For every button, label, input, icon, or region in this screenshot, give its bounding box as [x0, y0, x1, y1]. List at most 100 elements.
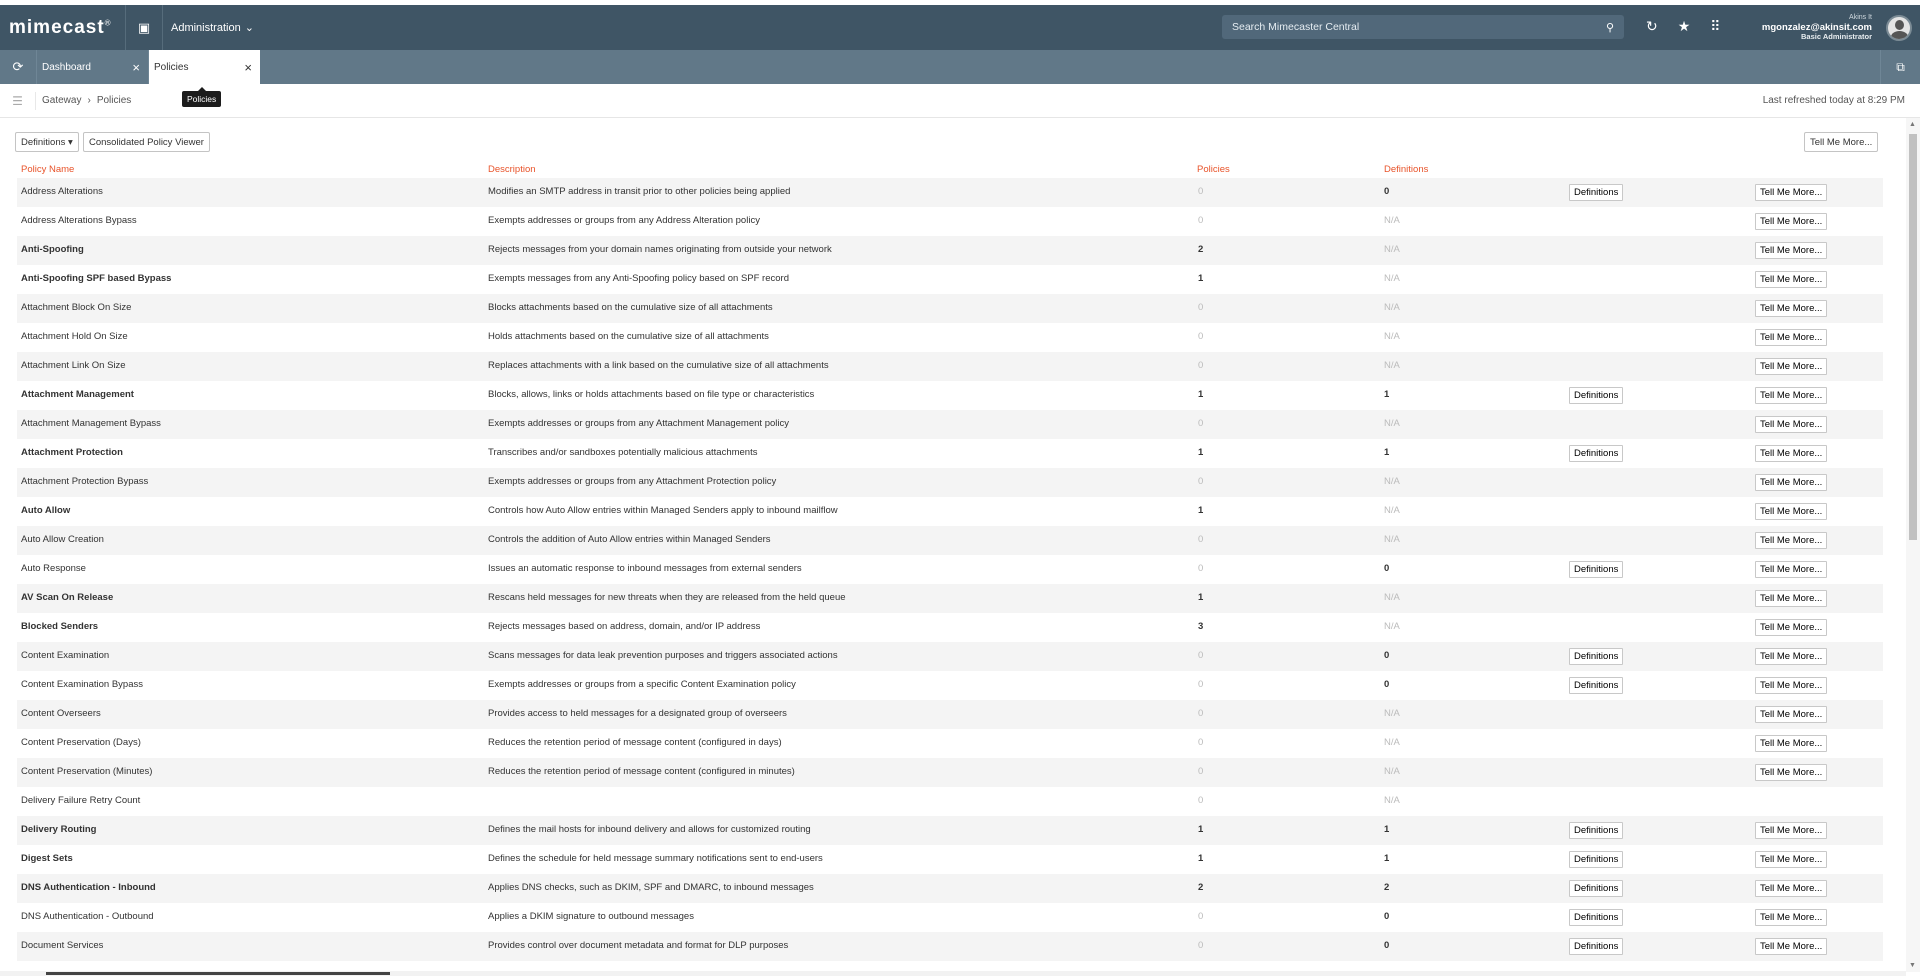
- policy-name[interactable]: Digest Sets: [21, 853, 73, 864]
- table-row[interactable]: Digest Sets Defines the schedule for held…: [17, 845, 1883, 874]
- menu-icon[interactable]: ☰: [0, 91, 36, 110]
- table-row[interactable]: Anti-Spoofing Rejects messages from your …: [17, 236, 1883, 265]
- policy-name[interactable]: Address Alterations: [21, 186, 103, 197]
- tell-me-more-button[interactable]: Tell Me More...: [1755, 561, 1828, 578]
- policy-name[interactable]: Document Services: [21, 940, 103, 951]
- user-info[interactable]: Akins It mgonzalez@akinsit.com Basic Adm…: [1762, 13, 1872, 42]
- table-row[interactable]: AV Scan On Release Rescans held messages …: [17, 584, 1883, 613]
- scroll-down-icon[interactable]: ▼: [1909, 962, 1916, 969]
- column-header-policies[interactable]: Policies: [1197, 164, 1230, 175]
- app-switcher-icon[interactable]: ▣: [130, 20, 158, 36]
- table-row[interactable]: Content Preservation (Minutes) Reduces th…: [17, 758, 1883, 787]
- policy-name[interactable]: Content Examination Bypass: [21, 679, 143, 690]
- policy-name[interactable]: DNS Authentication - Outbound: [21, 911, 154, 922]
- definitions-dropdown-button[interactable]: Definitions ▾: [15, 132, 79, 152]
- policy-name[interactable]: DNS Authentication - Inbound: [21, 882, 156, 893]
- popout-icon[interactable]: ⧉: [1880, 50, 1920, 84]
- policy-name[interactable]: Blocked Senders: [21, 621, 98, 632]
- search-box[interactable]: ⚲: [1222, 15, 1624, 39]
- table-row[interactable]: Anti-Spoofing SPF based Bypass Exempts me…: [17, 265, 1883, 294]
- table-row[interactable]: Delivery Routing Defines the mail hosts f…: [17, 816, 1883, 845]
- table-row[interactable]: Document Services Provides control over d…: [17, 932, 1883, 961]
- table-row[interactable]: Attachment Block On Size Blocks attachmen…: [17, 294, 1883, 323]
- horizontal-scrollbar[interactable]: [0, 971, 1906, 976]
- definitions-button[interactable]: Definitions: [1569, 445, 1624, 462]
- tell-me-more-button[interactable]: Tell Me More...: [1755, 532, 1828, 549]
- definitions-button[interactable]: Definitions: [1569, 909, 1624, 926]
- definitions-button[interactable]: Definitions: [1569, 648, 1624, 665]
- table-row[interactable]: Attachment Management Bypass Exempts addr…: [17, 410, 1883, 439]
- tell-me-more-button[interactable]: Tell Me More...: [1755, 271, 1828, 288]
- scrollbar-thumb[interactable]: [46, 972, 390, 975]
- avatar[interactable]: [1886, 15, 1912, 41]
- policy-name[interactable]: Address Alterations Bypass: [21, 215, 137, 226]
- policy-name[interactable]: Content Overseers: [21, 708, 101, 719]
- table-row[interactable]: Attachment Protection Transcribes and/or …: [17, 439, 1883, 468]
- tell-me-more-button[interactable]: Tell Me More...: [1755, 590, 1828, 607]
- tell-me-more-button[interactable]: Tell Me More...: [1755, 648, 1828, 665]
- tell-me-more-button[interactable]: Tell Me More...: [1755, 184, 1828, 201]
- table-row[interactable]: Attachment Hold On Size Holds attachments…: [17, 323, 1883, 352]
- policy-name[interactable]: Anti-Spoofing: [21, 244, 84, 255]
- definitions-button[interactable]: Definitions: [1569, 938, 1624, 955]
- table-row[interactable]: Auto Allow Controls how Auto Allow entrie…: [17, 497, 1883, 526]
- tell-me-more-button[interactable]: Tell Me More...: [1755, 909, 1828, 926]
- close-icon[interactable]: ×: [244, 60, 252, 75]
- tell-me-more-button[interactable]: Tell Me More...: [1755, 445, 1828, 462]
- vertical-scrollbar[interactable]: ▲ ▼: [1906, 118, 1920, 972]
- policy-name[interactable]: Content Examination: [21, 650, 109, 661]
- table-row[interactable]: DNS Authentication - Outbound Applies a D…: [17, 903, 1883, 932]
- column-header-policy-name[interactable]: Policy Name: [21, 164, 74, 175]
- table-row[interactable]: Attachment Management Blocks, allows, lin…: [17, 381, 1883, 410]
- table-row[interactable]: Address Alterations Bypass Exempts addres…: [17, 207, 1883, 236]
- definitions-button[interactable]: Definitions: [1569, 387, 1624, 404]
- policy-name[interactable]: Attachment Block On Size: [21, 302, 131, 313]
- tab-dashboard[interactable]: Dashboard ×: [36, 50, 148, 84]
- table-row[interactable]: Content Preservation (Days) Reduces the r…: [17, 729, 1883, 758]
- tell-me-more-button[interactable]: Tell Me More...: [1804, 132, 1879, 152]
- definitions-button[interactable]: Definitions: [1569, 851, 1624, 868]
- definitions-button[interactable]: Definitions: [1569, 822, 1624, 839]
- scroll-up-icon[interactable]: ▲: [1909, 121, 1916, 128]
- column-header-definitions[interactable]: Definitions: [1384, 164, 1428, 175]
- tell-me-more-button[interactable]: Tell Me More...: [1755, 503, 1828, 520]
- tab-policies[interactable]: Policies ×: [148, 50, 260, 84]
- table-row[interactable]: Attachment Link On Size Replaces attachme…: [17, 352, 1883, 381]
- tell-me-more-button[interactable]: Tell Me More...: [1755, 938, 1828, 955]
- close-icon[interactable]: ×: [132, 60, 140, 75]
- star-icon[interactable]: ★: [1678, 18, 1691, 35]
- table-row[interactable]: Auto Allow Creation Controls the addition…: [17, 526, 1883, 555]
- column-header-description[interactable]: Description: [488, 164, 536, 175]
- consolidated-policy-viewer-button[interactable]: Consolidated Policy Viewer: [83, 132, 210, 152]
- policy-name[interactable]: Content Preservation (Minutes): [21, 766, 152, 777]
- policy-name[interactable]: Delivery Routing: [21, 824, 97, 835]
- mimecast-logo[interactable]: mimecast®: [0, 17, 125, 39]
- tell-me-more-button[interactable]: Tell Me More...: [1755, 822, 1828, 839]
- table-row[interactable]: Auto Response Issues an automatic respons…: [17, 555, 1883, 584]
- definitions-button[interactable]: Definitions: [1569, 561, 1624, 578]
- history-icon[interactable]: ↻: [1646, 18, 1658, 35]
- policy-name[interactable]: Attachment Protection: [21, 447, 123, 458]
- tell-me-more-button[interactable]: Tell Me More...: [1755, 706, 1828, 723]
- policy-name[interactable]: Auto Allow: [21, 505, 70, 516]
- tell-me-more-button[interactable]: Tell Me More...: [1755, 677, 1828, 694]
- table-row[interactable]: Attachment Protection Bypass Exempts addr…: [17, 468, 1883, 497]
- policy-name[interactable]: Attachment Link On Size: [21, 360, 126, 371]
- tell-me-more-button[interactable]: Tell Me More...: [1755, 474, 1828, 491]
- search-icon[interactable]: ⚲: [1606, 21, 1614, 34]
- tell-me-more-button[interactable]: Tell Me More...: [1755, 242, 1828, 259]
- tell-me-more-button[interactable]: Tell Me More...: [1755, 387, 1828, 404]
- breadcrumb-gateway[interactable]: Gateway: [42, 95, 81, 106]
- definitions-button[interactable]: Definitions: [1569, 184, 1624, 201]
- policy-name[interactable]: Attachment Management: [21, 389, 134, 400]
- apps-grid-icon[interactable]: ⠿: [1710, 18, 1720, 35]
- tell-me-more-button[interactable]: Tell Me More...: [1755, 416, 1828, 433]
- tell-me-more-button[interactable]: Tell Me More...: [1755, 619, 1828, 636]
- search-input[interactable]: [1232, 21, 1592, 33]
- policy-name[interactable]: Attachment Protection Bypass: [21, 476, 148, 487]
- policy-name[interactable]: Anti-Spoofing SPF based Bypass: [21, 273, 171, 284]
- table-row[interactable]: Address Alterations Modifies an SMTP addr…: [17, 178, 1883, 207]
- refresh-tabs-icon[interactable]: ⟳: [0, 50, 36, 84]
- definitions-button[interactable]: Definitions: [1569, 880, 1624, 897]
- policy-name[interactable]: Attachment Management Bypass: [21, 418, 161, 429]
